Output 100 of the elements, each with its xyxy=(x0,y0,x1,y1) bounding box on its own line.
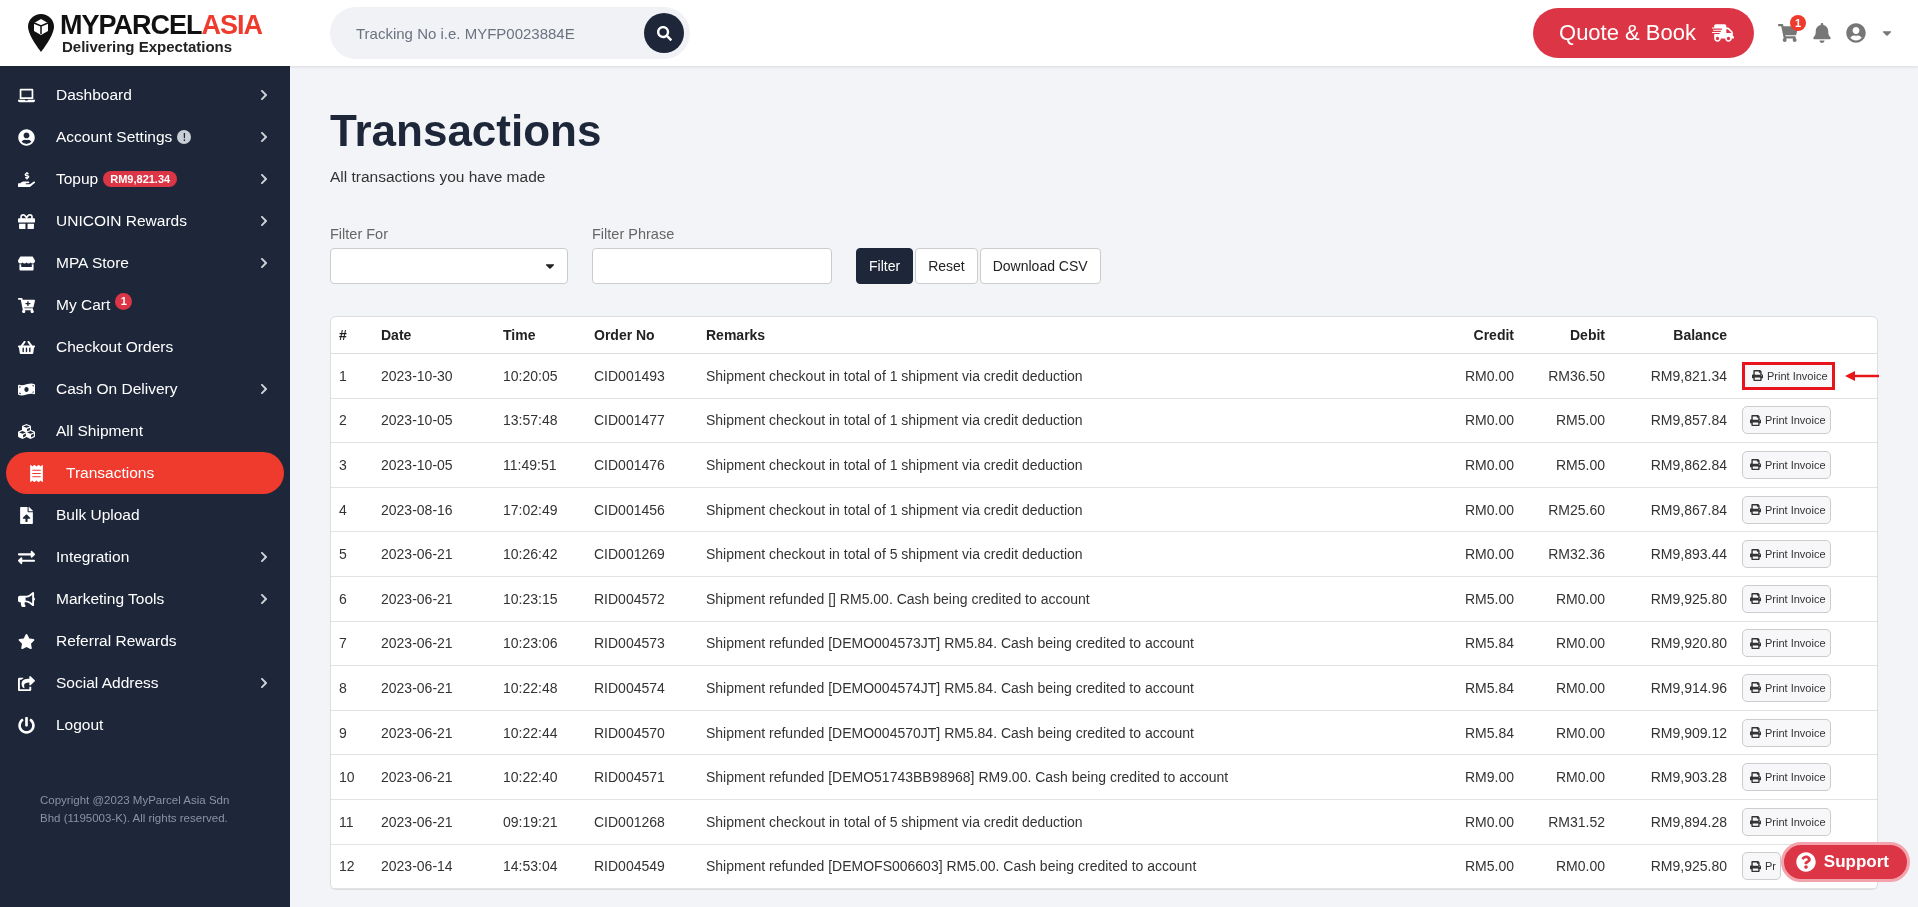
sidebar-item[interactable]: Checkout Orders xyxy=(6,326,284,368)
table-cell-text: RM0.00 xyxy=(1463,457,1514,473)
table-cell-text: CID001269 xyxy=(593,546,666,563)
table-cell-text: 2023-06-21 xyxy=(380,679,454,696)
support-button[interactable]: Support xyxy=(1780,842,1910,882)
sidebar-item[interactable]: Bulk Upload xyxy=(6,494,284,536)
table-cell-text: 10:23:06 xyxy=(502,635,559,652)
table-cell-text: RM9,857.84 xyxy=(1649,412,1727,429)
table-cell-text: RM5.00 xyxy=(1554,412,1605,429)
gift-icon xyxy=(18,212,35,230)
bell-icon[interactable] xyxy=(1812,23,1832,43)
sidebar-label: Referral Rewards xyxy=(56,632,177,650)
print-invoice-button[interactable]: Print Invoice xyxy=(1742,763,1831,792)
print-invoice-button[interactable]: Print Invoice xyxy=(1742,629,1831,658)
sidebar-item[interactable]: Referral Rewards xyxy=(6,620,284,662)
table-cell-text: 10 xyxy=(338,769,356,786)
sidebar-item[interactable]: Topup RM9,821.34 xyxy=(6,158,284,200)
table-cell-text: RM0.00 xyxy=(1463,367,1514,384)
print-invoice-button[interactable]: Print Invoice xyxy=(1742,406,1831,435)
table-cell-text: 17:02:49 xyxy=(502,501,559,518)
sidebar-item[interactable]: All Shipment xyxy=(6,410,284,452)
balance-badge: RM9,821.34 xyxy=(103,171,178,187)
quote-book-button[interactable]: Quote & Book xyxy=(1533,8,1754,58)
sidebar-label: Marketing Tools xyxy=(56,590,165,608)
sidebar-item[interactable]: Marketing Tools xyxy=(6,578,284,620)
table-cell-text: 2023-06-14 xyxy=(380,858,454,875)
table-cell-text: Shipment checkout in total of 5 shipment via credit deduction xyxy=(705,813,1084,830)
search-button[interactable] xyxy=(644,13,684,53)
table-cell-text: RM9,903.28 xyxy=(1649,769,1727,786)
table-cell-text: RM0.00 xyxy=(1554,769,1605,786)
star-icon xyxy=(18,632,35,650)
sidebar-item[interactable]: Logout xyxy=(6,704,284,746)
print-invoice-button[interactable]: Print Invoice xyxy=(1742,807,1831,836)
sidebar-item[interactable]: Cash On Delivery xyxy=(6,368,284,410)
table-cell-text: RM0.00 xyxy=(1463,546,1514,563)
sidebar-item[interactable]: My Cart 1 xyxy=(6,284,284,326)
boxes-icon xyxy=(18,422,35,440)
sidebar-item[interactable]: Social Address xyxy=(6,662,284,704)
power-icon xyxy=(18,716,35,734)
table-cell-text: 2023-10-30 xyxy=(380,367,454,384)
table-cell-text: Shipment checkout in total of 1 shipment via credit deduction xyxy=(705,501,1084,518)
sidebar-item[interactable]: Account Settings ! xyxy=(6,116,284,158)
print-invoice-button[interactable]: Print Invoice xyxy=(1742,718,1831,747)
printer-icon xyxy=(1750,771,1761,783)
table-cell-text: RID004549 xyxy=(593,858,666,875)
sidebar-item[interactable]: Integration xyxy=(6,536,284,578)
map-pin-icon xyxy=(28,14,54,52)
sidebar-label: Account Settings xyxy=(56,128,173,146)
arrows-icon xyxy=(18,548,35,566)
table-cell-text: 4 xyxy=(338,501,348,518)
print-invoice-button[interactable]: Print Invoice xyxy=(1742,540,1831,569)
table-cell-text: 12 xyxy=(338,858,356,875)
print-invoice-button[interactable]: Print Invoice xyxy=(1742,673,1831,702)
sidebar-label: Bulk Upload xyxy=(56,506,140,524)
sidebar-item[interactable]: Dashboard xyxy=(6,74,284,116)
print-invoice-button[interactable]: Print Invoice xyxy=(1742,361,1835,390)
filter-button[interactable]: Reset xyxy=(915,248,978,284)
table-cell-text: 10:22:44 xyxy=(502,724,559,741)
table-cell-text: CID001456 xyxy=(593,501,666,518)
file-upload-icon xyxy=(18,506,35,524)
print-invoice-button[interactable]: Print Invoice xyxy=(1742,495,1831,524)
printer-icon xyxy=(1752,370,1763,382)
cart-badge: 1 xyxy=(1790,15,1806,31)
printer-icon xyxy=(1750,414,1761,426)
table-cell-text: CID001268 xyxy=(593,813,666,830)
table-cell-text: RM9,925.80 xyxy=(1649,858,1727,875)
field-label: Filter Phrase xyxy=(592,226,676,242)
printer-icon xyxy=(1750,682,1761,694)
filter-button[interactable]: Filter xyxy=(856,248,914,284)
printer-icon xyxy=(1750,459,1761,471)
sidebar-item[interactable]: MPA Store xyxy=(6,242,284,284)
table-cell-text: RM0.00 xyxy=(1463,412,1514,429)
table-cell-text: RM9,894.28 xyxy=(1649,813,1727,830)
table-cell-text: 7 xyxy=(338,635,348,652)
table-cell-text: Shipment refunded [DEMO51743BB98968] RM9.00. Cash being credited to account xyxy=(705,769,1230,786)
table-cell-text: RM0.00 xyxy=(1554,724,1605,741)
print-invoice-button[interactable]: Print Invoice xyxy=(1742,584,1831,613)
filter-phrase-field[interactable] xyxy=(592,248,832,284)
table-cell-text: RM5.84 xyxy=(1463,679,1514,696)
table-cell-text: RM0.00 xyxy=(1463,813,1514,830)
tracking-search-field[interactable]: Tracking No i.e. MYFP0023884E xyxy=(354,23,634,43)
sidebar-item[interactable]: UNICOIN Rewards xyxy=(6,200,284,242)
sidebar-item[interactable]: Transactions xyxy=(6,452,284,494)
copyright-text: Copyright @2023 MyParcel Asia Sdn Bhd (1195003-K). All rights reserved. xyxy=(39,793,231,826)
table-cell-text: 8 xyxy=(338,679,348,696)
table-cell-text: RM5.84 xyxy=(1463,635,1514,652)
sidebar-label: UNICOIN Rewards xyxy=(56,212,187,230)
table-cell-text: RID004572 xyxy=(593,590,666,607)
table-cell-text: Shipment refunded [DEMO004573JT] RM5.84. Cash being credited to account xyxy=(705,635,1195,652)
filter-button[interactable]: Download CSV xyxy=(979,248,1101,284)
table-cell-text: RM9,821.34 xyxy=(1649,367,1727,384)
user-icon[interactable] xyxy=(1846,23,1866,43)
search-bar[interactable]: Tracking No i.e. MYFP0023884E xyxy=(330,7,690,59)
chevron-icon xyxy=(258,593,270,605)
sidebar-label: Logout xyxy=(56,716,104,734)
table-cell-text: 10:26:42 xyxy=(502,546,559,563)
table-cell-text: RM5.00 xyxy=(1463,858,1514,875)
print-invoice-button[interactable]: Pr xyxy=(1742,852,1781,881)
print-invoice-button[interactable]: Print Invoice xyxy=(1742,451,1831,479)
receipt-icon xyxy=(28,464,45,482)
